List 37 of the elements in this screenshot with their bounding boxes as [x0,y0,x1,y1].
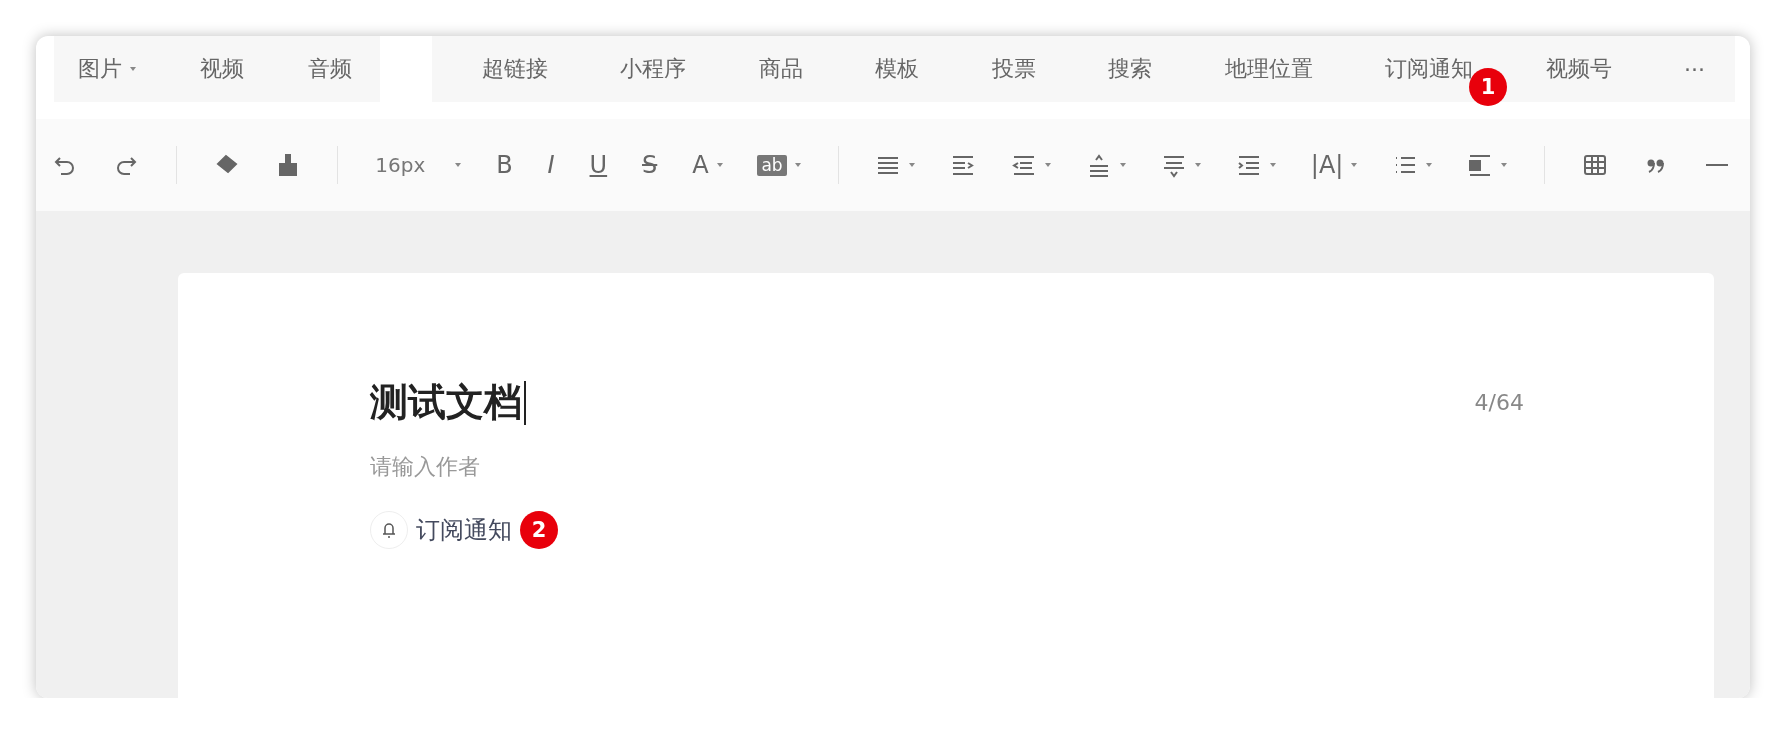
insert-tab[interactable]: 商品 [758,54,803,84]
format-button[interactable]: B [496,153,513,177]
caret-icon[interactable] [130,67,136,71]
caret-icon[interactable] [1501,163,1508,167]
insert-tab[interactable]: 视频号 [1545,54,1612,84]
insert-tab[interactable]: 地理位置 [1224,54,1313,84]
insert-tab[interactable]: 模板 [875,54,920,84]
format-button[interactable]: S [642,153,658,177]
caret-icon[interactable] [1045,163,1052,167]
caret-icon[interactable] [1195,163,1201,167]
table-icon[interactable] [1581,152,1608,178]
character-counter: 4/64 [1474,390,1524,415]
caret-icon[interactable] [1120,163,1127,167]
caret-icon[interactable] [909,163,916,167]
title-field[interactable]: 测试文档 [370,377,526,428]
insert-tab[interactable]: ··· [1683,56,1705,82]
format-button[interactable]: I [547,153,555,177]
annotation-badge: 2 [520,511,558,549]
font-size-select[interactable]: 16px [375,153,426,177]
format-button[interactable]: |A| [1310,153,1344,177]
insert-tab[interactable]: 投票 [991,54,1036,84]
insert-tab[interactable]: 搜索 [1108,54,1153,84]
subscribe-link[interactable]: 订阅通知 [416,514,512,546]
insert-tab[interactable]: 超链接 [482,54,548,84]
format-button[interactable]: ab [757,154,787,176]
insert-tab[interactable]: 小程序 [620,54,687,84]
insert-tab[interactable]: 视频 [200,54,244,84]
format-button[interactable]: A [692,153,709,177]
caret-icon[interactable] [794,163,801,167]
caret-icon[interactable] [1269,163,1276,167]
caret-icon[interactable] [1426,163,1433,167]
caret-icon[interactable] [1351,163,1358,167]
format-button[interactable]: U [589,153,608,177]
insert-tab[interactable]: 音频 [308,54,352,84]
caret-icon[interactable] [455,163,462,167]
insert-tab[interactable]: 图片 [78,54,122,84]
caret-icon[interactable] [716,163,723,167]
